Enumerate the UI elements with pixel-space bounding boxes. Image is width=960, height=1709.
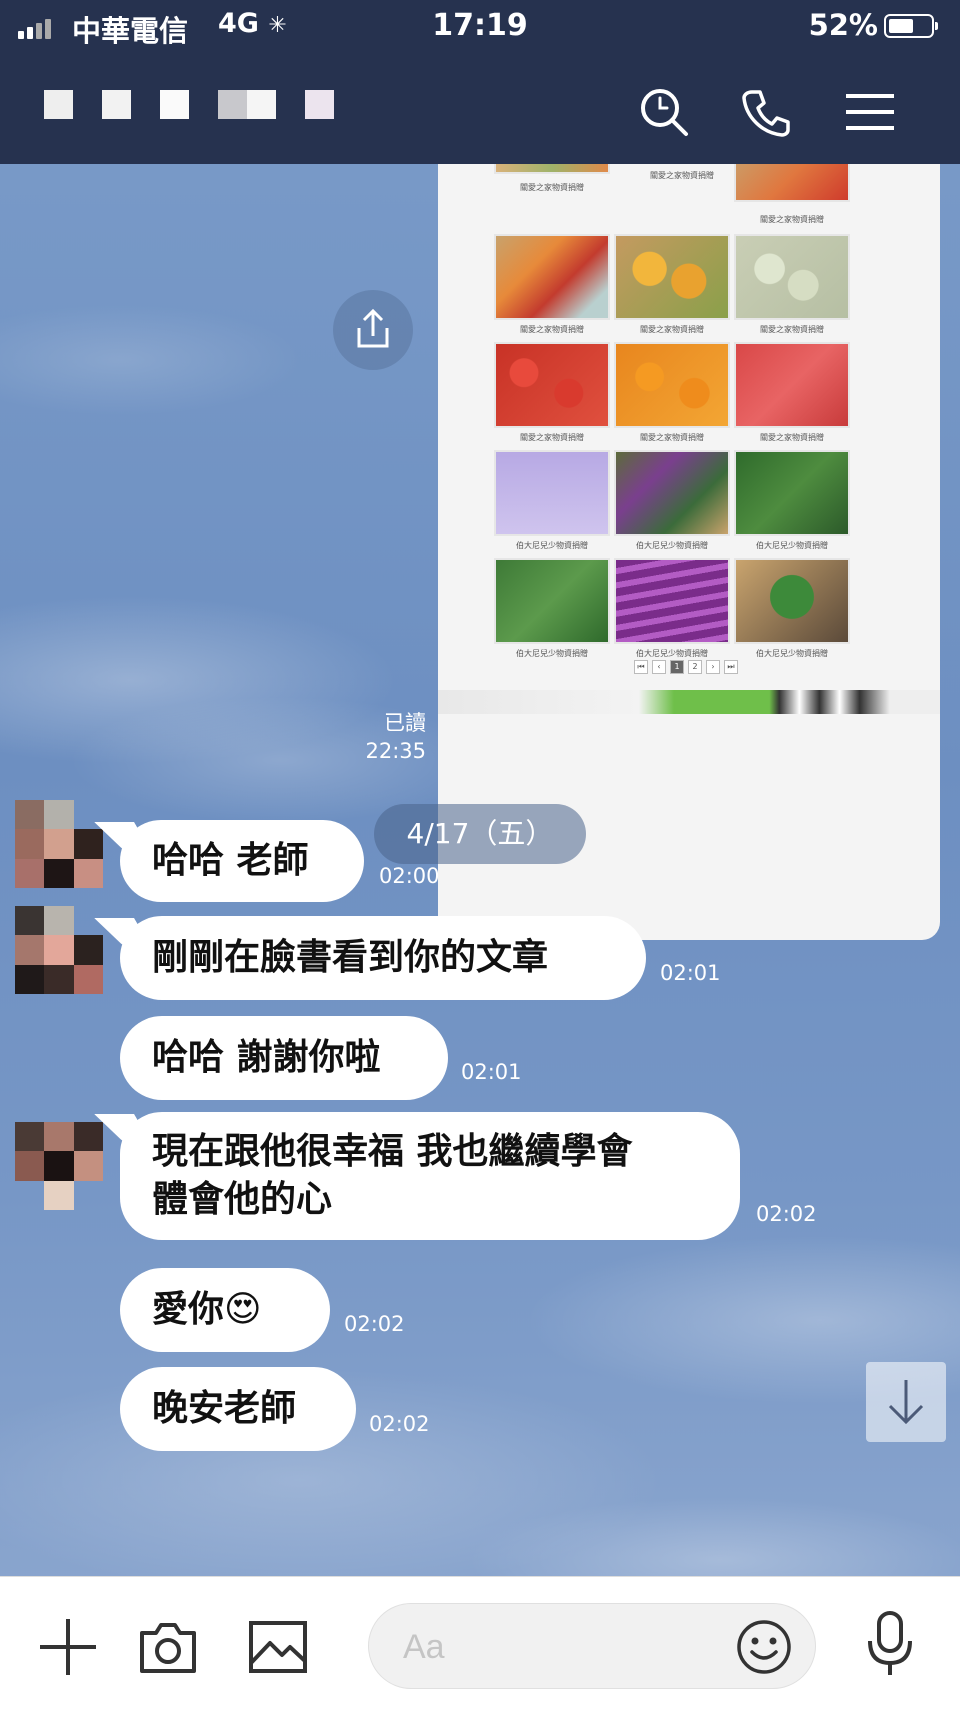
page-2: 2 [688, 660, 702, 674]
contact-name-redacted[interactable] [44, 90, 363, 119]
message-time: 02:02 [369, 1412, 430, 1436]
message-text: 愛你 [152, 1289, 225, 1330]
arrow-down-icon [888, 1380, 924, 1425]
thumbnail [494, 234, 610, 320]
message-bubble[interactable]: 現在跟他很幸福 我也繼續學會 體會他的心 [120, 1112, 740, 1240]
prev-page-icon: ‹ [652, 660, 666, 674]
message-time: 02:01 [660, 961, 721, 985]
chat-header [0, 54, 960, 164]
last-page-icon: ⏭ [724, 660, 738, 674]
message-text-line: 現在跟他很幸福 我也繼續學會 [152, 1131, 633, 1172]
image-footer-strip [438, 690, 940, 714]
message-bubble[interactable]: 哈哈 謝謝你啦 [120, 1016, 448, 1100]
message-text: 晚安老師 [152, 1388, 297, 1429]
thumbnail-caption: 伯大尼兒少物資捐贈 [516, 649, 588, 658]
thumbnail [734, 342, 850, 428]
scroll-to-bottom-button[interactable] [866, 1362, 946, 1442]
thumbnail [494, 164, 610, 174]
thumbnail-caption: 關愛之家物資捐贈 [520, 183, 584, 192]
thumbnail-caption: 伯大尼兒少物資捐贈 [516, 541, 588, 550]
battery-percent: 52% [808, 8, 878, 42]
microphone-icon[interactable] [858, 1609, 922, 1679]
thumbnail [614, 234, 730, 320]
read-receipt: 已讀 22:35 [338, 709, 426, 765]
avatar[interactable] [15, 800, 103, 888]
message-text: 哈哈 謝謝你啦 [152, 1037, 381, 1078]
thumbnail [614, 342, 730, 428]
thumbnail-caption: 關愛之家物資捐贈 [520, 325, 584, 334]
share-button[interactable] [333, 290, 413, 370]
message-time: 02:02 [756, 1202, 817, 1226]
battery-icon [884, 14, 938, 38]
thumbnail-caption: 關愛之家物資捐贈 [640, 433, 704, 442]
hamburger-menu-icon[interactable] [842, 84, 898, 140]
thumbnail-caption: 伯大尼兒少物資捐贈 [756, 541, 828, 550]
message-text: 哈哈 老師 [152, 840, 309, 881]
thumbnail [734, 164, 850, 202]
thumbnail [494, 342, 610, 428]
thumbnail [614, 450, 730, 536]
next-page-icon: › [706, 660, 720, 674]
image-icon[interactable] [246, 1615, 310, 1679]
message-text: 剛剛在臉書看到你的文章 [152, 937, 549, 978]
heart-eyes-emoji-icon: 😍 [224, 1289, 262, 1330]
thumbnail-caption: 關愛之家物資捐贈 [760, 433, 824, 442]
message-time: 22:35 [365, 739, 426, 763]
thumbnail-caption: 關愛之家物資捐贈 [650, 171, 714, 180]
message-time: 02:00 [379, 864, 440, 888]
status-bar: 中華電信 4G ✳ 17:19 52% [0, 0, 960, 54]
avatar[interactable] [15, 906, 103, 994]
pagination: ⏮ ‹ 1 2 › ⏭ [634, 660, 738, 674]
message-input-bar [0, 1576, 960, 1709]
thumbnail-caption: 關愛之家物資捐贈 [520, 433, 584, 442]
read-label: 已讀 [384, 711, 426, 735]
emoji-icon[interactable] [735, 1618, 793, 1676]
message-text-line: 體會他的心 [152, 1179, 333, 1220]
plus-icon[interactable] [36, 1615, 100, 1679]
thumbnail-caption: 關愛之家物資捐贈 [760, 215, 824, 224]
thumbnail [614, 558, 730, 644]
message-bubble[interactable]: 剛剛在臉書看到你的文章 [120, 916, 646, 1000]
message-time: 02:01 [461, 1060, 522, 1084]
message-bubble[interactable]: 哈哈 老師 [120, 820, 364, 902]
page-1: 1 [670, 660, 684, 674]
thumbnail [494, 450, 610, 536]
search-icon[interactable] [636, 84, 692, 140]
thumbnail-caption: 伯大尼兒少物資捐贈 [756, 649, 828, 658]
thumbnail [734, 234, 850, 320]
chat-area[interactable]: 已讀 22:35 關愛之家物資捐贈 關愛之家物資捐贈 關愛之家物資捐贈 關愛之家… [0, 164, 960, 1576]
thumbnail-caption: 伯大尼兒少物資捐贈 [636, 541, 708, 550]
phone-icon[interactable] [738, 84, 794, 140]
thumbnail-caption: 關愛之家物資捐贈 [640, 325, 704, 334]
message-text-field[interactable] [401, 1618, 705, 1676]
message-bubble[interactable]: 晚安老師 [120, 1367, 356, 1451]
avatar[interactable] [15, 1122, 103, 1210]
thumbnail-caption: 關愛之家物資捐贈 [760, 325, 824, 334]
share-icon [357, 308, 389, 348]
thumbnail [734, 450, 850, 536]
first-page-icon: ⏮ [634, 660, 648, 674]
date-separator: 4/17（五） [374, 804, 586, 864]
message-bubble[interactable]: 愛你😍 [120, 1268, 330, 1352]
message-time: 02:02 [344, 1312, 405, 1336]
thumbnail [734, 558, 850, 644]
camera-icon[interactable] [136, 1615, 200, 1679]
thumbnail-caption: 伯大尼兒少物資捐贈 [636, 649, 708, 658]
message-input[interactable] [368, 1603, 816, 1689]
thumbnail [494, 558, 610, 644]
